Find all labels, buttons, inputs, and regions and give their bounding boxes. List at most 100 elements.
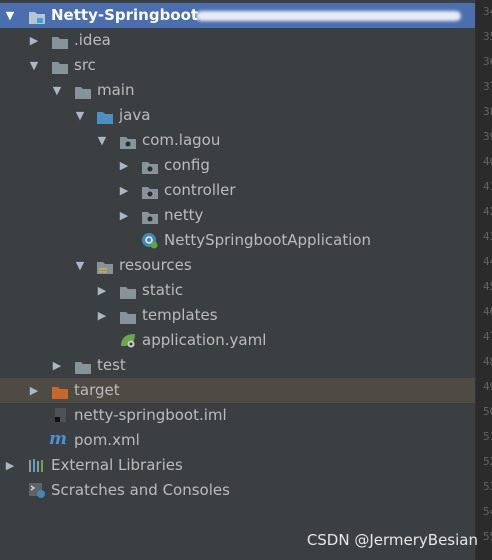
excluded-folder-icon	[51, 383, 69, 399]
package-icon	[141, 158, 159, 174]
line-number: 47	[483, 330, 492, 343]
chevron-right-icon[interactable]: ▶	[28, 378, 40, 403]
line-number: 53	[483, 480, 492, 493]
chevron-down-icon[interactable]: ▼	[96, 128, 108, 153]
package-icon	[141, 183, 159, 199]
tree-item-label: pom.xml	[74, 431, 140, 449]
chevron-right-icon[interactable]: ▶	[118, 203, 130, 228]
tree-item-label: target	[74, 381, 120, 399]
spring-config-icon	[119, 332, 137, 348]
tree-item-label: templates	[142, 306, 218, 324]
tree-item-label: test	[97, 356, 126, 374]
tree-item-config[interactable]: ▶ config	[0, 153, 475, 178]
chevron-right-icon[interactable]: ▶	[4, 453, 16, 478]
tree-item-label: src	[74, 56, 96, 74]
chevron-right-icon[interactable]: ▶	[118, 153, 130, 178]
folder-icon	[74, 83, 92, 99]
editor-gutter: 34 35 36 37 38 39 40 41 42 43 44 45 46 4…	[475, 0, 492, 560]
line-number: 48	[483, 355, 492, 368]
line-number: 37	[483, 80, 492, 93]
line-number: 46	[483, 305, 492, 318]
tree-item-application-yaml[interactable]: application.yaml	[0, 328, 475, 353]
line-number: 54	[483, 505, 492, 518]
package-icon	[141, 208, 159, 224]
tree-item-label: main	[97, 81, 135, 99]
line-number: 36	[483, 55, 492, 68]
chevron-down-icon[interactable]: ▼	[74, 103, 86, 128]
tree-item-target[interactable]: ▶ target	[0, 378, 475, 403]
folder-icon	[74, 358, 92, 374]
line-number: 45	[483, 280, 492, 293]
tree-item-java[interactable]: ▼ java	[0, 103, 475, 128]
resources-root-icon	[96, 258, 114, 274]
tree-item-label: Scratches and Consoles	[51, 481, 230, 499]
folder-icon	[51, 33, 69, 49]
tree-item-test[interactable]: ▶ test	[0, 353, 475, 378]
tree-item-idea[interactable]: ▶ .idea	[0, 28, 475, 53]
folder-icon	[119, 283, 137, 299]
spring-boot-class-icon	[141, 232, 159, 249]
tree-item-label: config	[164, 156, 210, 174]
line-number: 40	[483, 155, 492, 168]
tree-item-iml-file[interactable]: netty-springboot.iml	[0, 403, 475, 428]
tree-item-label: netty	[164, 206, 204, 224]
folder-icon	[51, 58, 69, 74]
package-icon	[119, 133, 137, 149]
line-number: 52	[483, 455, 492, 468]
chevron-right-icon[interactable]: ▶	[118, 178, 130, 203]
tree-item-templates[interactable]: ▶ templates	[0, 303, 475, 328]
line-number: 55	[483, 530, 492, 543]
tree-item-netty[interactable]: ▶ netty	[0, 203, 475, 228]
redacted-path	[196, 11, 461, 21]
tree-item-resources[interactable]: ▼ resources	[0, 253, 475, 278]
line-number: 49	[483, 380, 492, 393]
chevron-right-icon[interactable]: ▶	[28, 28, 40, 53]
tree-item-pom-xml[interactable]: m pom.xml	[0, 428, 475, 453]
line-number: 51	[483, 430, 492, 443]
tree-item-netty-springboot[interactable]: ▼ Netty-Springboot	[0, 3, 475, 28]
tree-item-scratches-and-consoles[interactable]: Scratches and Consoles	[0, 478, 475, 503]
tree-item-label: application.yaml	[142, 331, 267, 349]
project-tree: ▼ Netty-Springboot ▶ .idea ▼ src ▼ main …	[0, 3, 475, 503]
tree-item-static[interactable]: ▶ static	[0, 278, 475, 303]
iml-file-icon	[51, 407, 69, 422]
chevron-down-icon[interactable]: ▼	[74, 253, 86, 278]
tree-item-label: static	[142, 281, 184, 299]
line-number: 34	[483, 5, 492, 18]
line-number: 41	[483, 180, 492, 193]
line-number: 50	[483, 405, 492, 418]
chevron-down-icon[interactable]: ▼	[28, 53, 40, 78]
line-number: 44	[483, 255, 492, 268]
tree-item-src[interactable]: ▼ src	[0, 53, 475, 78]
chevron-right-icon[interactable]: ▶	[96, 278, 108, 303]
tree-item-label: controller	[164, 181, 236, 199]
tree-item-label: com.lagou	[142, 131, 221, 149]
tree-item-external-libraries[interactable]: ▶ External Libraries	[0, 453, 475, 478]
chevron-right-icon[interactable]: ▶	[51, 353, 63, 378]
maven-icon: m	[49, 429, 67, 449]
chevron-down-icon[interactable]: ▼	[51, 78, 63, 103]
tree-item-label: NettySpringbootApplication	[164, 231, 372, 249]
watermark: CSDN @JermeryBesian	[306, 531, 478, 549]
tree-item-main[interactable]: ▼ main	[0, 78, 475, 103]
line-number: 43	[483, 230, 492, 243]
tree-item-controller[interactable]: ▶ controller	[0, 178, 475, 203]
tree-item-label: Netty-Springboot	[51, 6, 199, 24]
libraries-icon	[28, 457, 46, 472]
tree-item-com-lagou[interactable]: ▼ com.lagou	[0, 128, 475, 153]
tree-item-label: resources	[119, 256, 192, 274]
chevron-down-icon[interactable]: ▼	[4, 3, 16, 28]
tree-item-netty-springboot-application[interactable]: NettySpringbootApplication	[0, 228, 475, 253]
source-root-icon	[96, 108, 114, 124]
scratches-icon	[28, 482, 46, 498]
chevron-right-icon[interactable]: ▶	[96, 303, 108, 328]
line-number: 42	[483, 205, 492, 218]
tree-item-label: netty-springboot.iml	[74, 406, 227, 424]
line-number: 39	[483, 130, 492, 143]
folder-icon	[119, 308, 137, 324]
tree-item-label: .idea	[74, 31, 111, 49]
line-number: 38	[483, 105, 492, 118]
module-folder-icon	[28, 8, 46, 24]
line-number: 35	[483, 30, 492, 43]
tree-item-label: java	[119, 106, 151, 124]
